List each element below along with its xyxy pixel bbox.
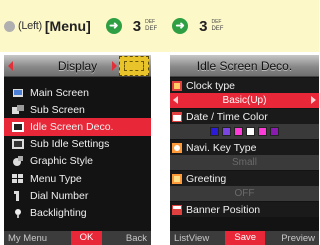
color-swatch[interactable] [270,127,279,136]
navi-key-value: Small [231,157,257,168]
key-3-letters-top: DEF [211,19,222,25]
menu-item-label: Main Screen [30,86,89,99]
instruction-row: (Left) [Menu] ➜ 3 DEF DEF ➜ 3 DEF DEF [4,16,223,36]
color-swatch[interactable] [222,127,231,136]
clock-icon [172,80,182,91]
date-time-color-label-text: Date / Time Color [186,110,268,123]
softkey-listview[interactable]: ListView [174,233,209,244]
screen-title: Display [57,58,98,73]
idle-screen-deco-screen: Idle Screen Deco. Clock type Basic(Up) D… [170,55,319,245]
backlight-icon [12,208,24,218]
menu-item-label: Graphic Style [30,155,94,168]
softkey-my-menu[interactable]: My Menu [8,233,47,244]
menu-item-sub-screen[interactable]: Sub Screen [4,101,151,118]
greeting-label-text: Greeting [186,172,227,185]
key-3-number: 3 [199,17,208,35]
color-swatch[interactable] [234,127,243,136]
menu-item-label: Sub Screen [30,103,85,116]
softkey-preview[interactable]: Preview [281,233,315,244]
navi-key-type-label: Navi. Key Type [170,140,319,155]
sub-screen-icon [12,104,24,115]
greeting-value: OFF [234,188,255,199]
settings-list: Clock type Basic(Up) Date / Time Color N… [170,78,319,217]
menu-item-label: Dial Number [30,189,89,202]
banner-position-label-text: Banner Position [186,203,261,216]
banner-position-label: Banner Position [170,202,319,217]
screen-title: Idle Screen Deco. [196,58,293,73]
menu-item-dial-number[interactable]: Dial Number [4,187,151,204]
softkey-bar: ListView Save Preview [170,231,319,245]
menu-key-label: [Menu] [44,18,91,34]
color-swatch[interactable] [246,127,255,136]
display-category-icon [119,56,149,76]
clock-type-label: Clock type [170,78,319,93]
bullet-icon [4,20,15,32]
menu-item-backlighting[interactable]: Backlighting [4,204,151,221]
greeting-icon [172,173,182,184]
nav-arrow-icon: ➜ [172,18,189,34]
menu-type-icon [12,173,24,184]
date-time-color-label: Date / Time Color [170,109,319,124]
navi-key-icon [172,142,182,153]
clock-type-label-text: Clock type [186,79,236,92]
prev-option-icon[interactable] [173,96,178,104]
color-swatch[interactable] [210,127,219,136]
color-swatch[interactable] [258,127,267,136]
graphic-style-icon [12,156,24,167]
key-3-letters-top: DEF [145,19,156,25]
instruction-bar: (Left) [Menu] ➜ 3 DEF DEF ➜ 3 DEF DEF [0,0,319,52]
banner-icon [172,204,182,215]
softkey-bar: My Menu OK Back [4,231,151,245]
clock-type-selector[interactable]: Basic(Up) [170,93,319,108]
menu-item-label: Menu Type [30,172,82,185]
nav-arrow-icon: ➜ [105,18,122,34]
prev-arrow-icon[interactable] [8,61,13,71]
menu-item-menu-type[interactable]: Menu Type [4,170,151,187]
key-3-letters-bottom: DEF [145,26,158,32]
menu-item-graphic-style[interactable]: Graphic Style [4,153,151,170]
key-3-letters: DEF DEF [211,19,223,33]
greeting-label: Greeting [170,171,319,186]
menu-item-label: Sub Idle Settings [30,138,110,151]
display-menu-list: Main Screen Sub Screen Idle Screen Deco.… [4,84,151,222]
softkey-back[interactable]: Back [126,233,147,244]
color-palette [170,124,319,139]
sub-idle-icon [12,139,24,150]
key-3-letters-bottom: DEF [211,26,224,32]
softkey-ok[interactable]: OK [70,231,103,245]
navi-key-type-selector[interactable]: Small [170,155,319,170]
date-time-icon [172,111,182,122]
menu-item-label: Backlighting [30,206,87,219]
menu-item-sub-idle-settings[interactable]: Sub Idle Settings [4,136,151,153]
next-option-icon[interactable] [311,96,316,104]
instruction-prefix: (Left) [18,20,42,32]
display-menu-screen: Display Main Screen Sub Screen Idle Scre… [4,55,151,245]
key-3-letters: DEF DEF [145,19,157,33]
greeting-selector[interactable]: OFF [170,186,319,201]
key-3-number: 3 [132,17,142,35]
softkey-save[interactable]: Save [225,231,266,245]
clock-type-value: Basic(Up) [222,95,267,106]
menu-item-label: Idle Screen Deco. [30,120,114,133]
menu-item-idle-screen-deco[interactable]: Idle Screen Deco. [4,118,151,136]
navi-key-label-text: Navi. Key Type [186,141,257,154]
menu-item-main-screen[interactable]: Main Screen [4,84,151,101]
main-screen-icon [12,88,24,98]
dial-number-icon [12,190,24,201]
next-arrow-icon[interactable] [112,61,117,71]
idle-deco-icon [12,121,24,132]
title-bar: Display [4,55,151,77]
title-bar: Idle Screen Deco. [170,55,319,77]
